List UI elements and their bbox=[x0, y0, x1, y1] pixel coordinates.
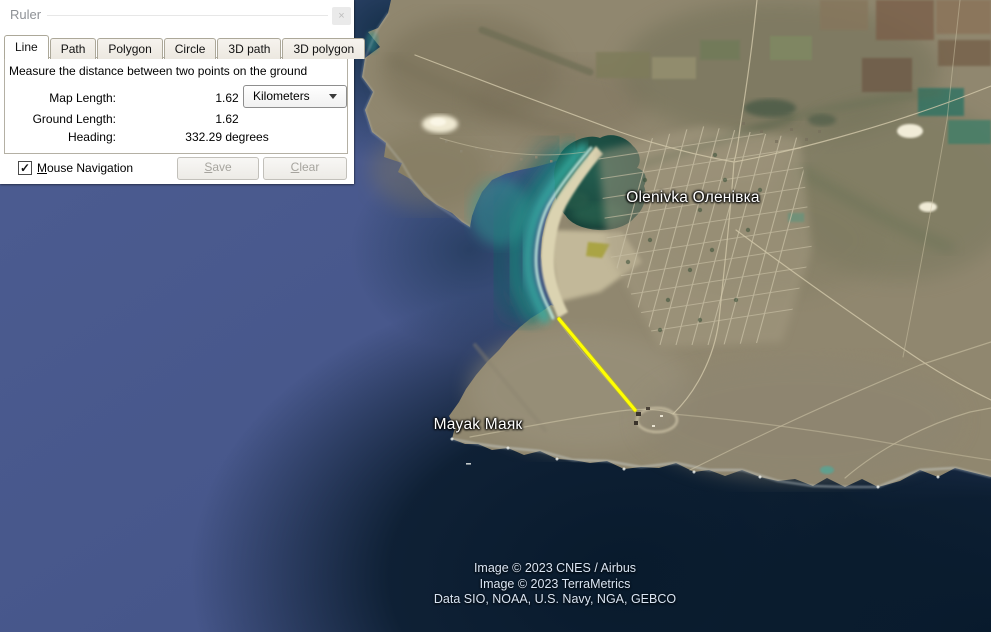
close-icon[interactable]: × bbox=[332, 7, 351, 25]
save-button[interactable]: Save bbox=[177, 157, 259, 180]
attribution-line: Image © 2023 TerraMetrics bbox=[355, 577, 755, 593]
units-dropdown[interactable]: Kilometers bbox=[243, 85, 347, 108]
dialog-title: Ruler bbox=[10, 7, 41, 22]
attribution-line: Data SIO, NOAA, U.S. Navy, NGA, GEBCO bbox=[355, 592, 755, 608]
ground-length-row: Ground Length: 1.62 bbox=[5, 112, 345, 126]
tab-3d-path[interactable]: 3D path bbox=[217, 38, 281, 59]
tab-path[interactable]: Path bbox=[50, 38, 97, 59]
tab-polygon[interactable]: Polygon bbox=[97, 38, 162, 59]
measure-description: Measure the distance between two points … bbox=[9, 64, 307, 78]
tab-line[interactable]: Line bbox=[4, 35, 49, 59]
tab-circle[interactable]: Circle bbox=[164, 38, 217, 59]
map-label-olenivka: Olenivka Оленівка bbox=[598, 189, 788, 207]
title-divider bbox=[47, 15, 328, 16]
heading-value: 332.29 degrees bbox=[182, 130, 272, 144]
attribution-line: Image © 2023 CNES / Airbus bbox=[355, 561, 755, 577]
chevron-down-icon bbox=[329, 94, 337, 99]
map-length-label: Map Length: bbox=[5, 91, 116, 105]
mouse-navigation-label[interactable]: Mouse Navigation bbox=[37, 161, 133, 175]
units-value: Kilometers bbox=[253, 86, 310, 107]
mouse-navigation-checkbox[interactable]: ✓ bbox=[18, 161, 32, 175]
heading-label: Heading: bbox=[5, 130, 116, 144]
tab-3d-polygon[interactable]: 3D polygon bbox=[282, 38, 365, 59]
ruler-dialog: Ruler × LinePathPolygonCircle3D path3D p… bbox=[0, 0, 354, 184]
tab-page: Measure the distance between two points … bbox=[4, 57, 348, 154]
map-attribution: Image © 2023 CNES / Airbus Image © 2023 … bbox=[355, 561, 755, 608]
clear-button[interactable]: Clear bbox=[263, 157, 347, 180]
ground-length-label: Ground Length: bbox=[5, 112, 116, 126]
tab-bar: LinePathPolygonCircle3D path3D polygon bbox=[4, 35, 366, 58]
ground-length-value: 1.62 bbox=[182, 112, 272, 126]
map-label-mayak: Mayak Маяк bbox=[398, 416, 558, 434]
heading-row: Heading: 332.29 degrees bbox=[5, 130, 345, 144]
